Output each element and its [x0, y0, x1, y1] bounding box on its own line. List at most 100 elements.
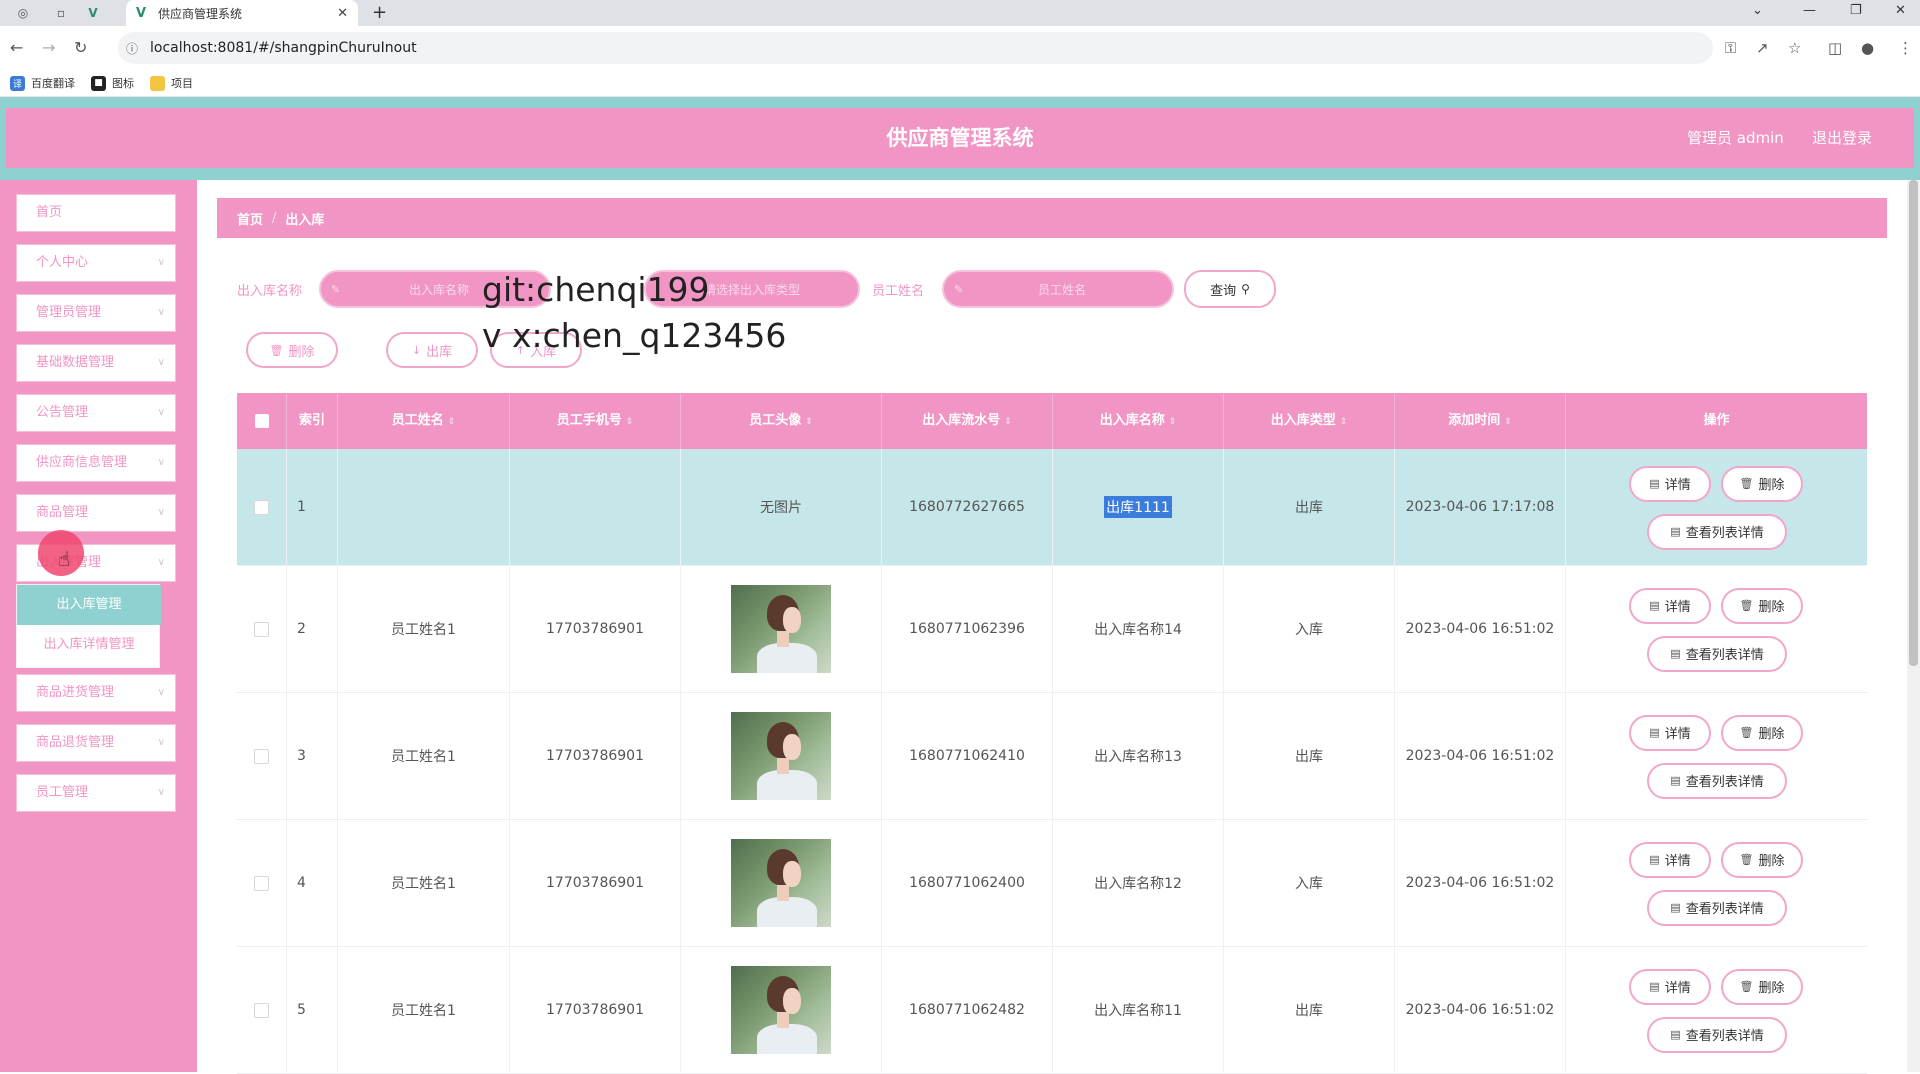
- list-detail-button[interactable]: ▤ 查看列表详情: [1647, 635, 1787, 672]
- forward-icon[interactable]: →: [42, 38, 55, 57]
- header-label: 出入库流水号: [922, 413, 1001, 428]
- breadcrumb-home[interactable]: 首页: [237, 209, 263, 228]
- query-button[interactable]: 查询 ⚲: [1184, 270, 1276, 308]
- detail-label: 详情: [1664, 478, 1691, 493]
- list-detail-button[interactable]: ▤ 查看列表详情: [1647, 513, 1787, 550]
- col-header-name[interactable]: 出入库名称 ⇕: [1053, 393, 1224, 449]
- col-header-type[interactable]: 出入库类型 ⇕: [1224, 393, 1395, 449]
- sidebar-item-products[interactable]: 商品管理 ∨: [16, 494, 176, 532]
- detail-button[interactable]: ▤ 详情: [1629, 465, 1711, 502]
- key-icon[interactable]: ⚿: [1725, 39, 1736, 57]
- table-row[interactable]: 4 员工姓名1 17703786901 1680771062400 出入库名称1…: [237, 820, 1867, 947]
- row-checkbox[interactable]: [254, 499, 269, 515]
- watermark-line-2: v x:chen_q123456: [482, 316, 787, 355]
- col-header-time[interactable]: 添加时间 ⇕: [1395, 393, 1566, 449]
- close-tab-icon[interactable]: ✕: [337, 6, 348, 21]
- delete-button[interactable]: 🗑 删除: [1721, 714, 1803, 751]
- table-row[interactable]: 3 员工姓名1 17703786901 1680771062410 出入库名称1…: [237, 693, 1867, 820]
- sidebar-item-basedata[interactable]: 基础数据管理 ∨: [16, 344, 176, 382]
- row-checkbox[interactable]: [254, 621, 269, 637]
- bookmark-item[interactable]: 项目: [150, 75, 193, 91]
- new-tab-button[interactable]: +: [372, 2, 387, 23]
- detail-button[interactable]: ▤ 详情: [1629, 968, 1711, 1005]
- close-window-icon[interactable]: ✕: [1895, 3, 1906, 18]
- cell-text: 员工姓名1: [391, 749, 456, 765]
- sort-icon[interactable]: ⇕: [448, 417, 456, 427]
- row-checkbox[interactable]: [254, 875, 269, 891]
- col-header-serial[interactable]: 出入库流水号 ⇕: [882, 393, 1053, 449]
- table-row[interactable]: 5 员工姓名1 17703786901 1680771062482 出入库名称1…: [237, 947, 1867, 1074]
- sidebar-item-returns[interactable]: 商品退货管理 ∨: [16, 724, 176, 762]
- tab-search-icon[interactable]: ⌄: [1752, 3, 1763, 18]
- browser-tab-active[interactable]: V 供应商管理系统 ✕: [126, 0, 358, 26]
- info-icon[interactable]: ⓘ: [126, 40, 142, 57]
- header-label: 员工头像: [749, 413, 802, 428]
- minimize-icon[interactable]: —: [1803, 3, 1816, 18]
- sort-icon[interactable]: ⇕: [805, 417, 813, 427]
- sort-icon[interactable]: ⇕: [626, 417, 634, 427]
- stock-out-button[interactable]: ↓ 出库: [386, 332, 478, 368]
- sidebar-item-staff[interactable]: 员工管理 ∨: [16, 774, 176, 812]
- cell-text: 3: [297, 748, 306, 764]
- row-actions: ▤ 详情 🗑 删除 ▤ 查看列表详情: [1566, 449, 1867, 565]
- sidebar-item-profile[interactable]: 个人中心 ∨: [16, 244, 176, 282]
- table-row[interactable]: 1 无图片 1680772627665 出库1111 出库 2023-04-06…: [237, 449, 1867, 566]
- bookmark-label: 图标: [112, 77, 134, 90]
- query-button-label: 查询: [1210, 283, 1237, 299]
- sidebar-item-notices[interactable]: 公告管理 ∨: [16, 394, 176, 432]
- star-icon[interactable]: ☆: [1788, 39, 1801, 57]
- logout-link[interactable]: 退出登录: [1812, 127, 1872, 148]
- submenu-item-inout[interactable]: 出入库管理: [17, 585, 161, 625]
- sidebar-item-suppliers[interactable]: 供应商信息管理 ∨: [16, 444, 176, 482]
- restore-icon[interactable]: ❐: [1850, 3, 1862, 18]
- menu-kebab-icon[interactable]: ⋮: [1898, 39, 1913, 57]
- col-header-staff-phone[interactable]: 员工手机号 ⇕: [510, 393, 681, 449]
- row-checkbox[interactable]: [254, 1002, 269, 1018]
- bookmark-label: 项目: [171, 77, 193, 90]
- staff-filter-input[interactable]: ✎ 员工姓名: [942, 270, 1174, 308]
- col-header-staff-avatar[interactable]: 员工头像 ⇕: [681, 393, 882, 449]
- sidebar-item-home[interactable]: 首页: [16, 194, 176, 232]
- share-icon[interactable]: ↗: [1756, 39, 1769, 57]
- sidepanel-icon[interactable]: ◫: [1828, 39, 1842, 57]
- sort-icon[interactable]: ⇕: [1504, 417, 1512, 427]
- sort-icon[interactable]: ⇕: [1004, 417, 1012, 427]
- cell-ops: ▤ 详情 🗑 删除 ▤ 查看列表详情: [1566, 449, 1867, 565]
- detail-button[interactable]: ▤ 详情: [1629, 841, 1711, 878]
- delete-button[interactable]: 🗑 删除: [1721, 587, 1803, 624]
- header-label: 添加时间: [1448, 413, 1501, 428]
- url-field[interactable]: ⓘ localhost:8081/#/shangpinChuruInout: [118, 32, 1713, 64]
- list-detail-button[interactable]: ▤ 查看列表详情: [1647, 1016, 1787, 1053]
- delete-button[interactable]: 🗑 删除: [1721, 841, 1803, 878]
- sort-icon[interactable]: ⇕: [1169, 417, 1177, 427]
- sidebar-item-purchase[interactable]: 商品进货管理 ∨: [16, 674, 176, 712]
- bookmark-item[interactable]: ■ 图标: [91, 75, 134, 91]
- sidebar-item-label: 个人中心: [36, 255, 89, 270]
- detail-button[interactable]: ▤ 详情: [1629, 714, 1711, 751]
- globe-icon[interactable]: ◎: [14, 4, 32, 22]
- batch-delete-button[interactable]: 🗑 删除: [246, 332, 338, 368]
- vue-logo-icon[interactable]: V: [84, 4, 102, 22]
- cell-text: 2023-04-06 16:51:02: [1405, 621, 1555, 637]
- list-detail-button[interactable]: ▤ 查看列表详情: [1647, 889, 1787, 926]
- bookmark-item[interactable]: 译 百度翻译: [10, 75, 75, 91]
- reload-icon[interactable]: ↻: [74, 38, 87, 57]
- submenu-item-inout-detail[interactable]: 出入库详情管理: [17, 625, 161, 665]
- table-row[interactable]: 2 员工姓名1 17703786901 1680771062396 出入库名称1…: [237, 566, 1867, 693]
- sidebar-item-admins[interactable]: 管理员管理 ∨: [16, 294, 176, 332]
- detail-button[interactable]: ▤ 详情: [1629, 587, 1711, 624]
- row-checkbox[interactable]: [254, 748, 269, 764]
- col-header-staff-name[interactable]: 员工姓名 ⇕: [338, 393, 510, 449]
- blank-tab-icon[interactable]: ▫: [52, 4, 70, 22]
- tab-title: 供应商管理系统: [158, 6, 243, 21]
- list-detail-button[interactable]: ▤ 查看列表详情: [1647, 762, 1787, 799]
- delete-button[interactable]: 🗑 删除: [1721, 465, 1803, 502]
- delete-button[interactable]: 🗑 删除: [1721, 968, 1803, 1005]
- select-all-checkbox[interactable]: [254, 414, 269, 428]
- sidebar: 首页 个人中心 ∨ 管理员管理 ∨ 基础数据管理 ∨ 公告管理 ∨ 供应商信息管理 ∨ 商…: [0, 180, 197, 1072]
- profile-icon[interactable]: ●: [1861, 39, 1874, 57]
- scrollbar-thumb[interactable]: [1909, 180, 1918, 666]
- back-icon[interactable]: ←: [10, 38, 23, 57]
- cell-text: 5: [297, 1002, 306, 1018]
- sort-icon[interactable]: ⇕: [1340, 417, 1348, 427]
